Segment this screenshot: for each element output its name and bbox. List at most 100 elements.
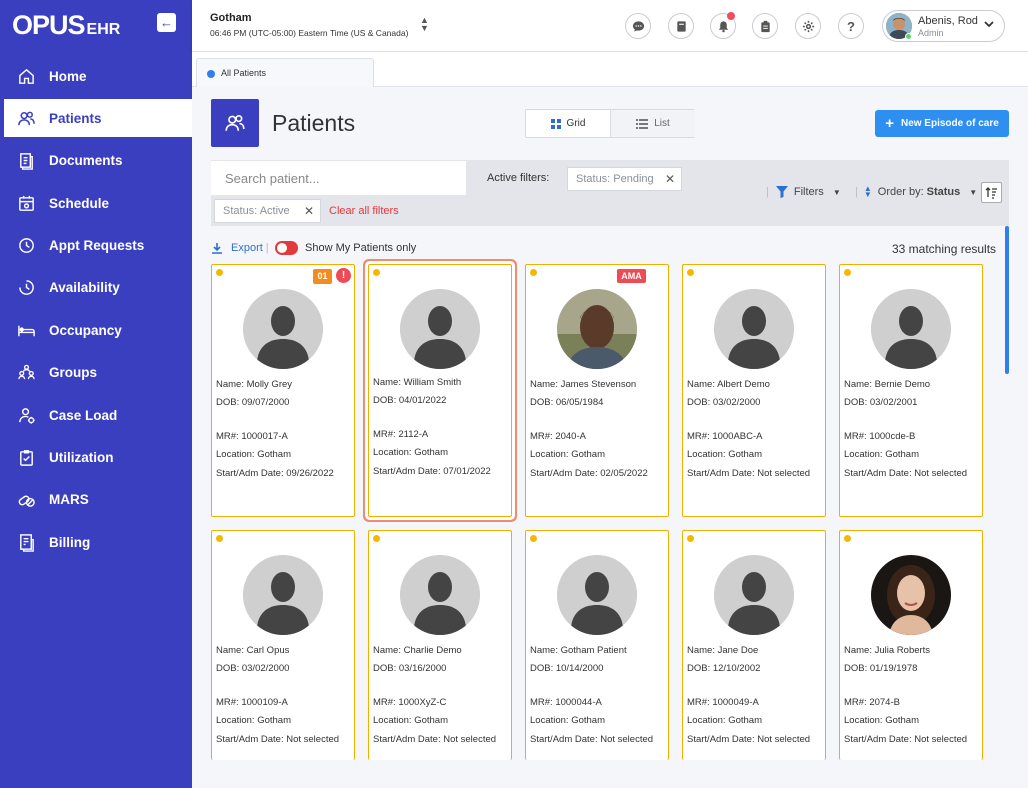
- patient-avatar: [243, 555, 323, 635]
- sidebar-item-groups[interactable]: Groups: [0, 353, 192, 391]
- org-switch-icon[interactable]: ▲ ▼: [420, 16, 429, 33]
- sort-icon: [985, 187, 997, 199]
- documents-icon: [16, 150, 36, 170]
- user-menu[interactable]: Abenis, Rod Admin: [882, 10, 1005, 42]
- tab-all-patients[interactable]: All Patients: [196, 58, 374, 87]
- patient-dob: DOB: 03/02/2001: [844, 397, 918, 408]
- collapse-sidebar-button[interactable]: ←: [157, 13, 176, 32]
- patient-start: Start/Adm Date: Not selected: [530, 734, 654, 745]
- sidebar-item-schedule[interactable]: Schedule: [0, 184, 192, 222]
- sidebar-item-case-load[interactable]: Case Load: [0, 396, 192, 434]
- help-icon[interactable]: ?: [838, 13, 864, 39]
- patient-start: Start/Adm Date: Not selected: [844, 468, 968, 479]
- patient-card[interactable]: Name: Gotham Patient DOB: 10/14/2000 MR#: …: [525, 530, 669, 760]
- sidebar-item-mars[interactable]: MARS: [0, 480, 192, 518]
- sidebar-item-label: Billing: [49, 534, 91, 550]
- filters-dropdown[interactable]: | Filters ▼: [766, 186, 841, 198]
- gear-icon[interactable]: [795, 13, 821, 39]
- close-icon[interactable]: ✕: [304, 204, 314, 218]
- patient-avatar: [871, 289, 951, 369]
- sidebar-item-label: Home: [49, 68, 87, 84]
- tab-label: All Patients: [221, 68, 267, 78]
- patient-location: Location: Gotham: [373, 447, 448, 458]
- filter-chip-label: Status: Pending: [576, 173, 654, 185]
- sidebar-item-label: Schedule: [49, 195, 110, 211]
- caret-down-icon: ▼: [832, 187, 841, 197]
- order-by-prefix: Order by:: [877, 186, 924, 198]
- active-filters-label: Active filters:: [487, 172, 550, 184]
- sidebar-item-availability[interactable]: Availability: [0, 268, 192, 306]
- patient-start: Start/Adm Date: 09/26/2022: [216, 468, 334, 479]
- plus-icon: +: [885, 115, 894, 132]
- home-icon: [16, 66, 36, 86]
- sidebar-item-patients[interactable]: Patients: [0, 99, 192, 137]
- my-patients-toggle[interactable]: [275, 241, 298, 255]
- app-logo[interactable]: OPUS EHR: [12, 10, 120, 41]
- patient-dob: DOB: 12/10/2002: [687, 663, 761, 674]
- chat-icon[interactable]: [625, 13, 651, 39]
- list-view-button[interactable]: List: [611, 110, 695, 137]
- page-title: Patients: [272, 110, 356, 136]
- scrollbar[interactable]: [1005, 226, 1009, 374]
- sidebar-item-occupancy[interactable]: Occupancy: [0, 311, 192, 349]
- filter-chip-label: Status: Active: [223, 205, 290, 217]
- ama-badge: AMA: [617, 269, 646, 283]
- patient-card[interactable]: Name: Jane Doe DOB: 12/10/2002 MR#: 100004…: [682, 530, 826, 760]
- close-icon[interactable]: ✕: [665, 172, 675, 186]
- sidebar-item-utilization[interactable]: Utilization: [0, 438, 192, 476]
- order-by-dropdown[interactable]: | ▲ ▼ Order by: Status ▼: [855, 185, 977, 199]
- status-dot: [373, 269, 380, 276]
- sidebar: OPUS EHR ← Home Patients Documents Schedu…: [0, 0, 192, 788]
- sort-direction-button[interactable]: [981, 182, 1002, 203]
- billing-icon: [16, 532, 36, 552]
- filters-label: Filters: [793, 186, 824, 198]
- toggle-knob: [277, 243, 287, 253]
- status-dot: [844, 269, 851, 276]
- patient-avatar: [400, 555, 480, 635]
- clear-filters-link[interactable]: Clear all filters: [329, 205, 399, 217]
- patient-name: Name: Gotham Patient: [530, 645, 627, 656]
- sidebar-item-billing[interactable]: Billing: [0, 523, 192, 561]
- sidebar-item-appt-requests[interactable]: Appt Requests: [0, 226, 192, 264]
- patient-card[interactable]: 01! Name: Molly Grey DOB: 09/07/2000 MR#: 1…: [211, 264, 355, 517]
- sidebar-item-home[interactable]: Home: [0, 57, 192, 95]
- patient-card[interactable]: Name: Charlie Demo DOB: 03/16/2000 MR#: 10…: [368, 530, 512, 760]
- patient-name: Name: Julia Roberts: [844, 645, 931, 656]
- patient-dob: DOB: 09/07/2000: [216, 397, 290, 408]
- patient-name: Name: Molly Grey: [216, 379, 293, 390]
- clipboard-icon[interactable]: [752, 13, 778, 39]
- status-dot: [844, 535, 851, 542]
- filter-chip-pending: Status: Pending ✕: [567, 167, 682, 191]
- patient-start: Start/Adm Date: 02/05/2022: [530, 468, 648, 479]
- new-episode-button[interactable]: + New Episode of care: [875, 110, 1009, 137]
- patient-card[interactable]: Name: Albert Demo DOB: 03/02/2000 MR#: 100…: [682, 264, 826, 517]
- sidebar-item-documents[interactable]: Documents: [0, 141, 192, 179]
- patient-start: Start/Adm Date: 07/01/2022: [373, 466, 491, 477]
- patient-location: Location: Gotham: [373, 715, 448, 726]
- patient-card[interactable]: Name: Carl Opus DOB: 03/02/2000 MR#: 10001…: [211, 530, 355, 760]
- top-bar: Gotham 06:46 PM (UTC-05:00) Eastern Time…: [192, 0, 1028, 52]
- book-icon[interactable]: [668, 13, 694, 39]
- patient-dob: DOB: 06/05/1984: [530, 397, 604, 408]
- patient-mr: MR#: 2040-A: [530, 431, 586, 442]
- patient-card[interactable]: Name: Julia Roberts DOB: 01/19/1978 MR#: 2…: [839, 530, 983, 760]
- checklist-icon: [16, 447, 36, 467]
- patient-card[interactable]: Name: Bernie Demo DOB: 03/02/2001 MR#: 100…: [839, 264, 983, 517]
- clock-icon: [16, 235, 36, 255]
- patient-dob: DOB: 04/01/2022: [373, 395, 447, 406]
- patient-name: Name: James Stevenson: [530, 379, 637, 390]
- tab-strip: All Patients: [192, 52, 1028, 87]
- patient-location: Location: Gotham: [687, 449, 762, 460]
- grid-icon: [550, 118, 561, 129]
- filter-chip-active: Status: Active ✕: [214, 199, 321, 223]
- patient-card[interactable]: Name: William Smith DOB: 04/01/2022 MR#: 2…: [368, 264, 512, 517]
- grid-view-button[interactable]: Grid: [526, 110, 611, 137]
- patient-start: Start/Adm Date: Not selected: [373, 734, 497, 745]
- patient-start: Start/Adm Date: Not selected: [687, 468, 811, 479]
- export-button[interactable]: Export |: [211, 242, 269, 254]
- patient-card[interactable]: AMA Name: James Stevenson DOB: 06/05/1984 M…: [525, 264, 669, 517]
- search-input[interactable]: [211, 161, 466, 195]
- patient-location: Location: Gotham: [530, 449, 605, 460]
- divider: |: [766, 186, 769, 198]
- patient-mr: MR#: 1000109-A: [216, 697, 288, 708]
